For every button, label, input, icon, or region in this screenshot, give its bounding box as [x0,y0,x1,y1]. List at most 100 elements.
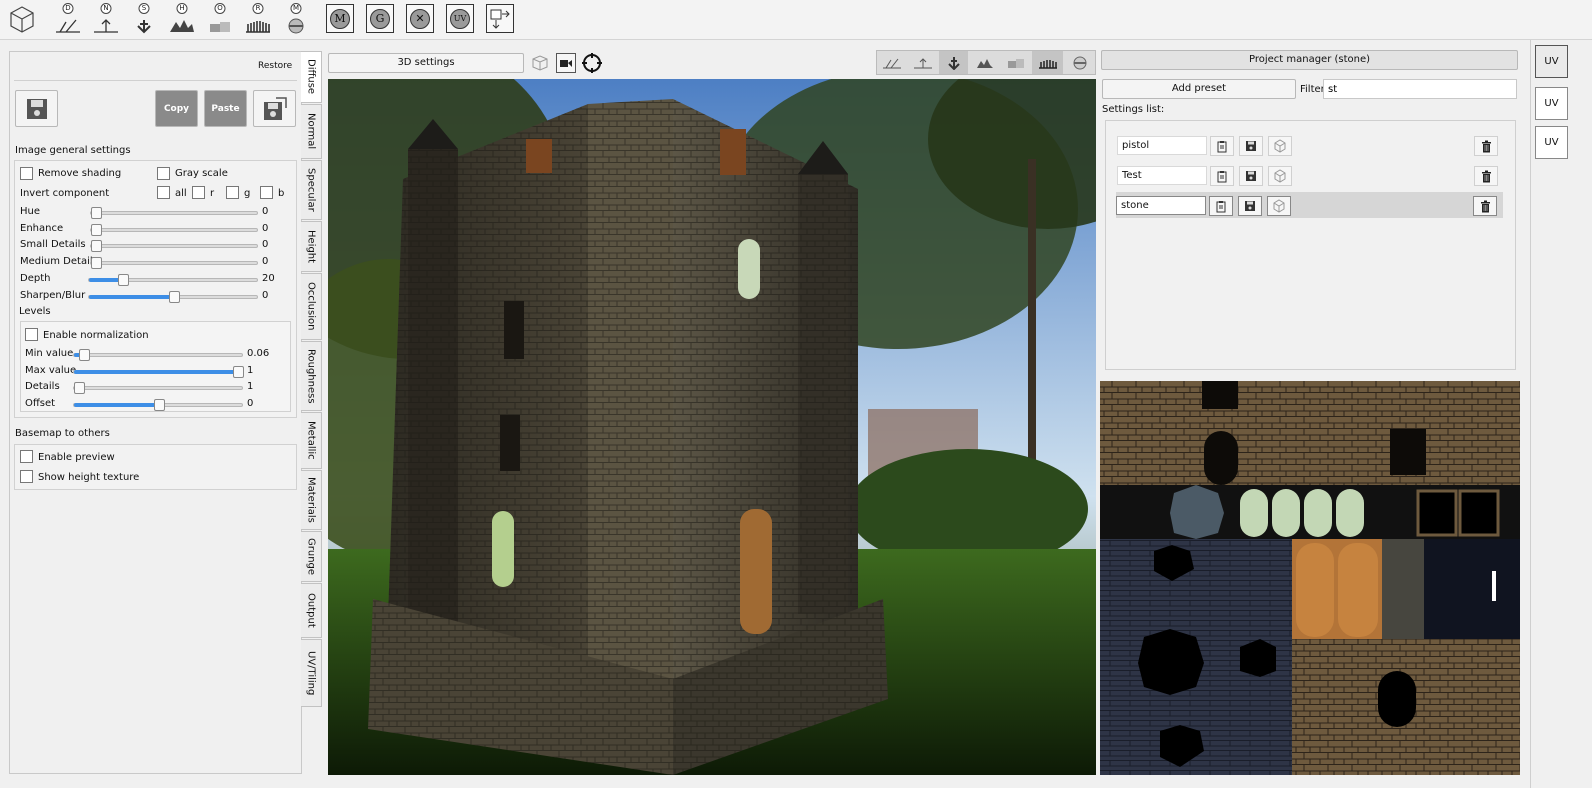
height-map-button[interactable]: H [166,3,198,35]
apply-3d-button[interactable] [1268,166,1292,186]
level-slider-handle[interactable] [154,399,165,411]
enable-normalization-checkbox[interactable] [25,328,38,341]
floppy-icon [1246,171,1256,181]
remove-shading-checkbox[interactable] [20,167,33,180]
view-metallic-button[interactable] [1065,51,1095,74]
target-button[interactable] [581,52,603,74]
delete-preset-button[interactable] [1474,136,1498,156]
project-manager-title[interactable]: Project manager (stone) [1101,50,1518,70]
invert-r-checkbox[interactable] [192,186,205,199]
view-roughness-button[interactable] [1032,51,1063,74]
general-slider-handle[interactable] [91,224,102,236]
show-height-texture-checkbox[interactable] [20,470,33,483]
save-as-button[interactable] [253,90,296,127]
mode-m-button[interactable]: M [326,4,354,33]
preset-name[interactable]: Test [1117,166,1207,185]
general-slider-track[interactable] [90,257,258,269]
tab-uvtiling[interactable]: UV/Tiling [301,639,322,707]
uv-stretch-button[interactable]: UV [1535,45,1568,78]
save-preset-button[interactable] [1239,136,1263,156]
load-preset-button[interactable] [1210,136,1234,156]
general-slider-handle[interactable] [91,240,102,252]
apply-3d-button[interactable] [1267,196,1291,216]
save-settings-button[interactable] [15,90,58,127]
level-slider-handle[interactable] [233,366,244,378]
tab-specular[interactable]: Specular [301,160,322,220]
general-slider-track[interactable] [88,274,258,286]
normal-map-button[interactable]: N [90,3,122,35]
general-slider-handle[interactable] [91,257,102,269]
delete-preset-button[interactable] [1473,196,1497,216]
level-slider-handle[interactable] [74,382,85,394]
level-slider-track[interactable] [73,366,244,378]
tab-normal[interactable]: Normal [301,104,322,159]
mode-g-button[interactable]: G [366,4,394,33]
restore-button[interactable]: Restore [258,61,292,71]
tab-materials[interactable]: Materials [301,470,322,530]
general-slider-handle[interactable] [169,291,180,303]
paste-button[interactable]: Paste [204,90,247,127]
roughness-map-button[interactable]: R [242,3,274,35]
invert-all-checkbox[interactable] [157,186,170,199]
uv-texture-preview[interactable] [1100,381,1520,775]
apply-3d-button[interactable] [1268,136,1292,156]
specular-map-button[interactable]: S [128,3,160,35]
preset-name[interactable]: pistol [1117,136,1207,155]
diffuse-map-button[interactable]: D [52,3,84,35]
load-preset-button[interactable] [1210,166,1234,186]
tools-button[interactable]: ✕ [406,4,434,33]
cube-icon[interactable] [6,3,38,35]
invert-g-checkbox[interactable] [226,186,239,199]
view-diffuse-button[interactable] [877,51,906,74]
invert-b-checkbox[interactable] [260,186,273,199]
export-button[interactable] [486,4,514,33]
level-slider-label: Max value [25,365,77,376]
copy-button[interactable]: Copy [155,90,198,127]
general-slider-track[interactable] [90,240,258,252]
preset-name[interactable]: stone [1116,196,1206,215]
level-slider-label: Min value [25,348,74,359]
save-preset-button[interactable] [1238,196,1262,216]
tab-output[interactable]: Output [301,583,322,638]
cube-view-button[interactable] [530,53,550,73]
preset-row[interactable]: stone [1116,192,1503,218]
view-normal-button[interactable] [908,51,937,74]
filter-input[interactable] [1323,79,1517,99]
mode-uv-button[interactable]: UV [446,4,474,33]
uv-move-button[interactable]: UV [1535,126,1568,159]
level-slider-track[interactable] [73,382,243,394]
general-slider-track[interactable] [90,224,258,236]
tab-metallic[interactable]: Metallic [301,412,322,469]
occlusion-map-button[interactable]: O [204,3,236,35]
load-preset-button[interactable] [1209,196,1233,216]
save-preset-button[interactable] [1239,166,1263,186]
general-slider-track[interactable] [90,207,258,219]
general-slider-handle[interactable] [91,207,102,219]
tab-roughness[interactable]: Roughness [301,341,322,411]
delete-preset-button[interactable] [1474,166,1498,186]
general-slider-value: 0 [262,290,269,301]
tab-diffuse[interactable]: Diffuse [301,51,322,103]
level-slider-handle[interactable] [79,349,91,361]
camera-button[interactable] [556,53,576,73]
general-slider-label: Depth [20,273,51,284]
level-slider-track[interactable] [73,349,243,361]
tab-height[interactable]: Height [301,221,322,272]
3d-settings-button[interactable]: 3D settings [328,53,524,73]
preset-row[interactable]: pistol [1117,132,1503,158]
view-occlusion-button[interactable] [1001,51,1030,74]
general-slider-handle[interactable] [118,274,129,286]
add-preset-button[interactable]: Add preset [1102,79,1296,99]
gray-scale-checkbox[interactable] [157,167,170,180]
enable-preview-checkbox[interactable] [20,450,33,463]
view-height-button[interactable] [970,51,999,74]
tab-grunge[interactable]: Grunge [301,531,322,582]
view-specular-button[interactable] [939,51,968,74]
metallic-map-button[interactable]: M [280,3,312,35]
level-slider-track[interactable] [73,399,243,411]
preset-row[interactable]: Test [1117,162,1503,188]
uv-scale-button[interactable]: UV [1535,87,1568,120]
general-slider-track[interactable] [88,291,258,303]
3d-viewport[interactable] [328,79,1096,775]
tab-occlusion[interactable]: Occlusion [301,273,322,340]
